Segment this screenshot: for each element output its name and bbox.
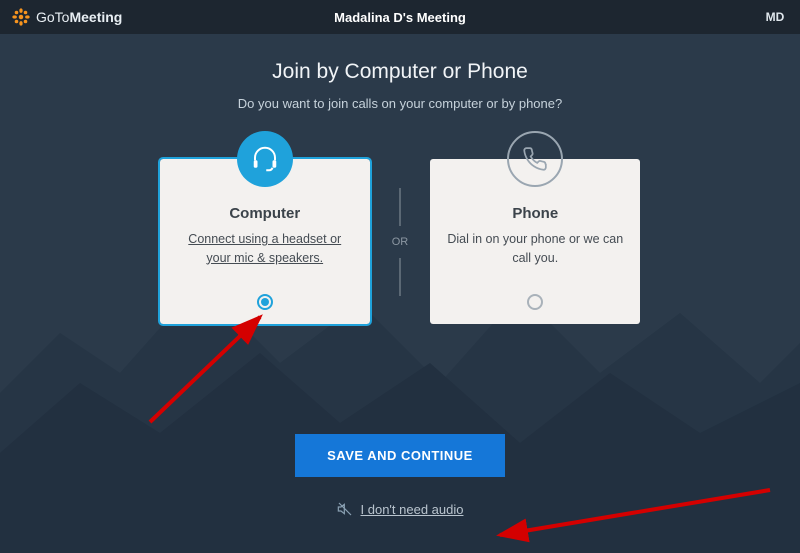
user-avatar[interactable]: MD	[762, 4, 788, 30]
headset-icon	[237, 131, 293, 187]
option-computer-description: Connect using a headset or your mic & sp…	[176, 230, 354, 268]
no-audio-link[interactable]: I don't need audio	[337, 501, 464, 517]
divider-label: OR	[392, 236, 409, 248]
option-phone-radio[interactable]	[527, 294, 543, 310]
app-header: GoToMeeting Madalina D's Meeting MD	[0, 0, 800, 34]
option-computer-title: Computer	[176, 205, 354, 222]
option-computer-card[interactable]: Computer Connect using a headset or your…	[160, 159, 370, 324]
audio-options: Computer Connect using a headset or your…	[0, 159, 800, 324]
speaker-muted-icon	[337, 501, 353, 517]
page-title: Join by Computer or Phone	[0, 60, 800, 84]
option-phone-title: Phone	[446, 205, 624, 222]
options-divider: OR	[392, 188, 409, 296]
no-audio-label: I don't need audio	[361, 502, 464, 517]
annotation-arrow-icon	[130, 302, 290, 432]
brand: GoToMeeting	[12, 8, 122, 26]
product-name: GoToMeeting	[36, 9, 122, 25]
page-subtitle: Do you want to join calls on your comput…	[0, 96, 800, 111]
meeting-title: Madalina D's Meeting	[334, 10, 466, 25]
option-phone-description: Dial in on your phone or we can call you…	[446, 230, 624, 268]
annotation-arrow-icon	[480, 480, 780, 550]
phone-icon	[507, 131, 563, 187]
main-content: Join by Computer or Phone Do you want to…	[0, 34, 800, 522]
option-phone-card[interactable]: Phone Dial in on your phone or we can ca…	[430, 159, 640, 324]
save-continue-button[interactable]: SAVE AND CONTINUE	[295, 434, 505, 477]
gotomeeting-logo-icon	[12, 8, 30, 26]
